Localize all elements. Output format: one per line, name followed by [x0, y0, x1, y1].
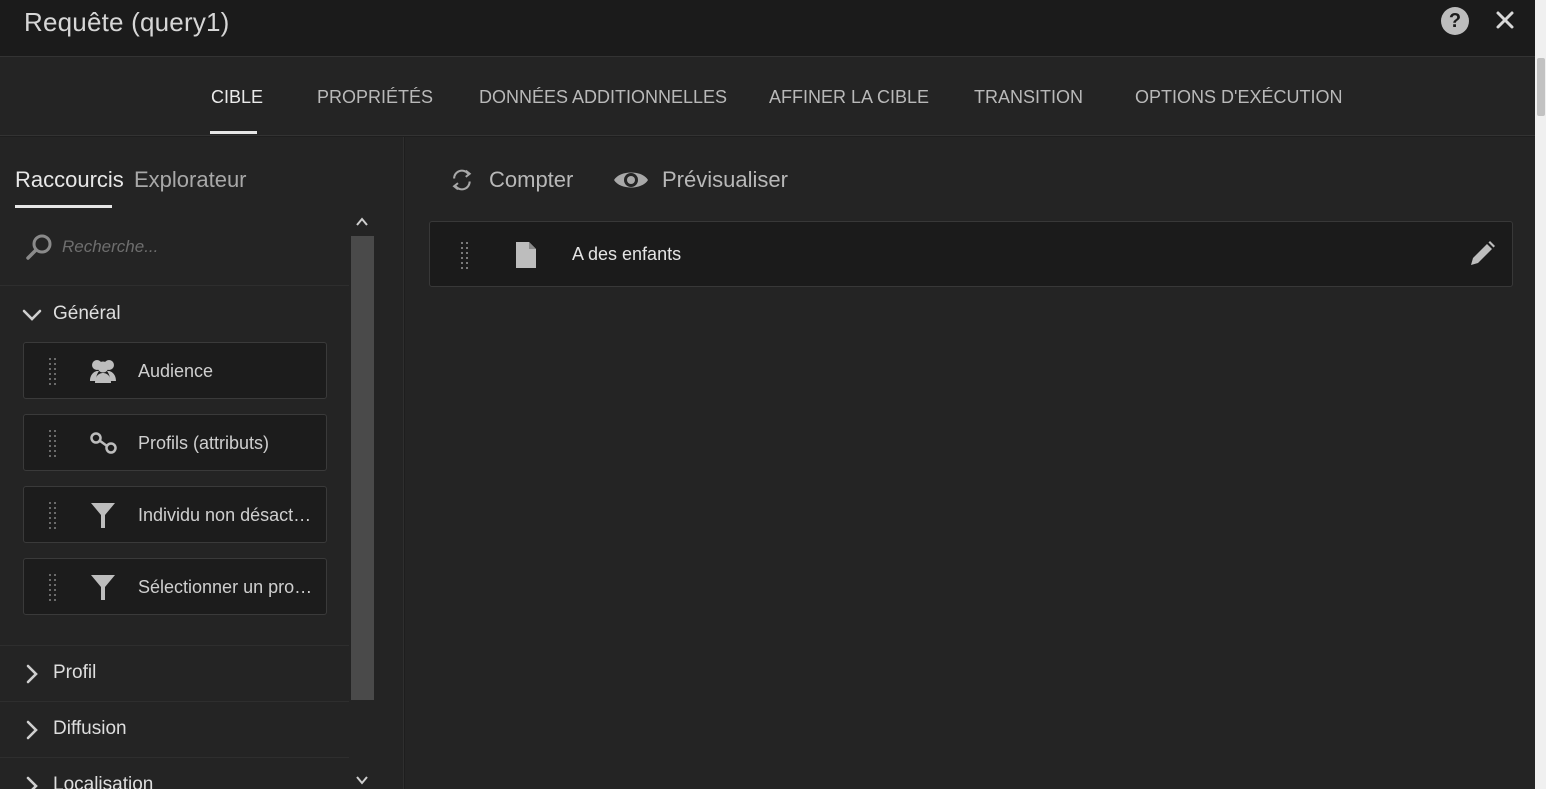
section-label: Général [53, 303, 121, 324]
shortcut-scrollbar[interactable] [349, 209, 375, 789]
chevron-right-icon [26, 720, 38, 740]
chevron-up-icon[interactable] [355, 215, 369, 229]
chevron-right-icon [26, 664, 38, 684]
tab-donnees-additionnelles[interactable]: DONNÉES ADDITIONNELLES [479, 87, 727, 108]
section-diffusion[interactable]: Diffusion [0, 702, 349, 758]
section-general[interactable]: Général [0, 287, 349, 343]
window-scrollbar-thumb[interactable] [1537, 58, 1545, 116]
chevron-down-icon[interactable] [355, 773, 369, 787]
shortcut-label: Individu non désacti… [138, 505, 313, 525]
link-icon [90, 432, 117, 454]
query-condition[interactable]: A des enfants [429, 221, 1513, 287]
condition-label: A des enfants [572, 244, 682, 264]
active-subtab-indicator [15, 205, 112, 208]
query-workspace: Compter Prévisualiser A des enfants [405, 137, 1535, 789]
tab-transition[interactable]: TRANSITION [974, 87, 1083, 108]
chevron-right-icon [26, 776, 38, 789]
title-bar: Requête (query1) ? [0, 0, 1535, 57]
preview-label: Prévisualiser [662, 167, 788, 192]
audience-icon [90, 360, 116, 383]
drag-handle-icon[interactable] [48, 429, 58, 457]
section-label: Diffusion [53, 718, 127, 739]
search-input[interactable] [62, 231, 332, 263]
shortcut-label: Audience [138, 361, 214, 381]
shortcut-profils-attributs[interactable]: Profils (attributs) [23, 414, 327, 471]
filter-icon [91, 575, 115, 600]
section-profil[interactable]: Profil [0, 646, 349, 702]
tab-bar: CIBLE PROPRIÉTÉS DONNÉES ADDITIONNELLES … [0, 57, 1535, 136]
section-localisation[interactable]: Localisation [0, 758, 349, 789]
shortcut-label: Sélectionner un prof… [138, 577, 313, 597]
section-label: Localisation [53, 774, 154, 789]
drag-handle-icon[interactable] [460, 241, 470, 269]
scrollbar-thumb[interactable] [351, 236, 374, 700]
shortcut-individu-non-desactive[interactable]: Individu non désacti… [23, 486, 327, 543]
document-icon [516, 242, 536, 268]
drag-handle-icon[interactable] [48, 357, 58, 385]
preview-button[interactable]: Prévisualiser [613, 164, 793, 196]
chevron-down-icon [22, 309, 42, 321]
tab-affiner-la-cible[interactable]: AFFINER LA CIBLE [769, 87, 929, 108]
section-label: Profil [53, 662, 97, 683]
tab-cible[interactable]: CIBLE [211, 87, 263, 108]
window-scrollbar[interactable] [1535, 0, 1546, 789]
search-row [0, 209, 349, 286]
refresh-icon [452, 169, 472, 191]
drag-handle-icon[interactable] [48, 501, 58, 529]
window-title: Requête (query1) [24, 7, 230, 37]
drag-handle-icon[interactable] [48, 573, 58, 601]
count-button[interactable]: Compter [451, 164, 581, 196]
pencil-icon[interactable] [1467, 239, 1497, 269]
shortcut-selectionner-un-profil[interactable]: Sélectionner un prof… [23, 558, 327, 615]
help-icon[interactable]: ? [1441, 7, 1469, 35]
count-label: Compter [489, 167, 574, 192]
shortcut-label: Profils (attributs) [138, 433, 270, 453]
shortcut-list: Général Audience [0, 209, 349, 789]
close-icon[interactable] [1491, 6, 1519, 34]
filter-icon [91, 503, 115, 528]
shortcut-audience[interactable]: Audience [23, 342, 327, 399]
subtab-explorateur[interactable]: Explorateur [134, 167, 247, 193]
shortcuts-panel: Raccourcis Explorateur Général [0, 137, 404, 789]
eye-icon [614, 172, 648, 188]
search-icon [26, 234, 52, 260]
active-tab-indicator [210, 131, 257, 134]
tab-proprietes[interactable]: PROPRIÉTÉS [317, 87, 433, 108]
subtab-raccourcis[interactable]: Raccourcis [15, 167, 124, 193]
tab-options-execution[interactable]: OPTIONS D'EXÉCUTION [1135, 87, 1342, 108]
